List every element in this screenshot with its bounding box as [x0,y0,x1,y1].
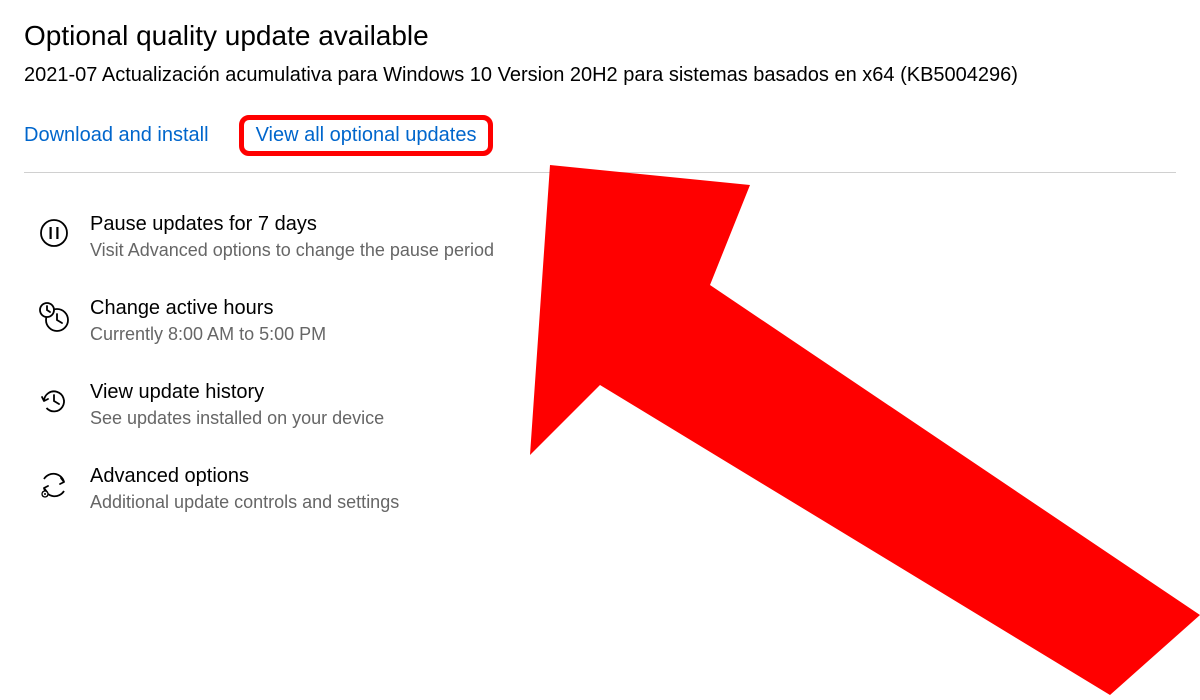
view-all-optional-link[interactable]: View all optional updates [256,124,477,146]
divider [24,172,1176,173]
clock-schedule-icon [38,301,70,333]
page-heading: Optional quality update available [24,20,1176,52]
pause-updates-title: Pause updates for 7 days [90,213,494,236]
pause-updates-option[interactable]: Pause updates for 7 days Visit Advanced … [24,213,1176,261]
sync-gear-icon [38,469,70,501]
advanced-options-subtitle: Additional update controls and settings [90,492,399,513]
update-history-option[interactable]: View update history See updates installe… [24,381,1176,429]
links-row: Download and install View all optional u… [24,115,1176,156]
update-history-subtitle: See updates installed on your device [90,408,384,429]
advanced-options-title: Advanced options [90,465,399,488]
highlight-box: View all optional updates [239,115,494,156]
advanced-options-option[interactable]: Advanced options Additional update contr… [24,465,1176,513]
active-hours-title: Change active hours [90,297,326,320]
update-name: 2021-07 Actualización acumulativa para W… [24,64,1176,87]
history-icon [38,385,70,417]
active-hours-subtitle: Currently 8:00 AM to 5:00 PM [90,324,326,345]
download-install-link[interactable]: Download and install [24,124,209,147]
pause-icon [38,217,70,249]
update-history-title: View update history [90,381,384,404]
pause-updates-subtitle: Visit Advanced options to change the pau… [90,240,494,261]
active-hours-option[interactable]: Change active hours Currently 8:00 AM to… [24,297,1176,345]
